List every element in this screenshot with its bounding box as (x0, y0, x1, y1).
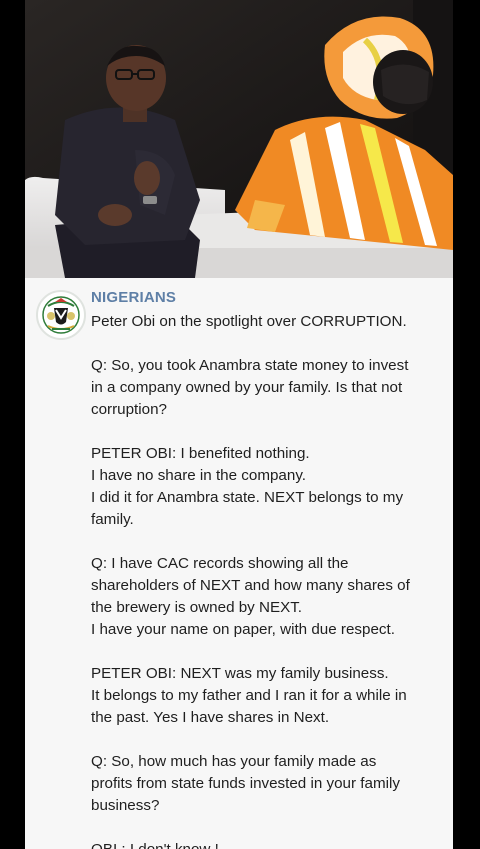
post-paragraph: OBI : I don't know ! (91, 839, 447, 849)
interview-photo-image (25, 0, 453, 278)
post-message: Peter Obi on the spotlight over CORRUPTI… (91, 311, 447, 849)
post-paragraph: PETER OBI: NEXT was my family business. … (91, 665, 407, 726)
screenshot-frame: NIGERIANS Peter Obi on the spotlight ove… (25, 0, 453, 849)
channel-avatar[interactable] (36, 290, 86, 340)
post-paragraph: PETER OBI: I benefited nothing. I have n… (91, 445, 404, 528)
post-photo[interactable] (25, 0, 453, 278)
post-paragraph: Q: So, how much has your family made as … (91, 753, 400, 814)
nigeria-coat-of-arms-icon (39, 293, 83, 337)
post-paragraph: Q: So, you took Anambra state money to i… (91, 357, 409, 418)
post-paragraph: Q: I have CAC records showing all the sh… (91, 555, 410, 638)
channel-name[interactable]: NIGERIANS (91, 289, 176, 306)
post-card: NIGERIANS Peter Obi on the spotlight ove… (25, 278, 453, 849)
post-headline: Peter Obi on the spotlight over CORRUPTI… (91, 313, 407, 330)
